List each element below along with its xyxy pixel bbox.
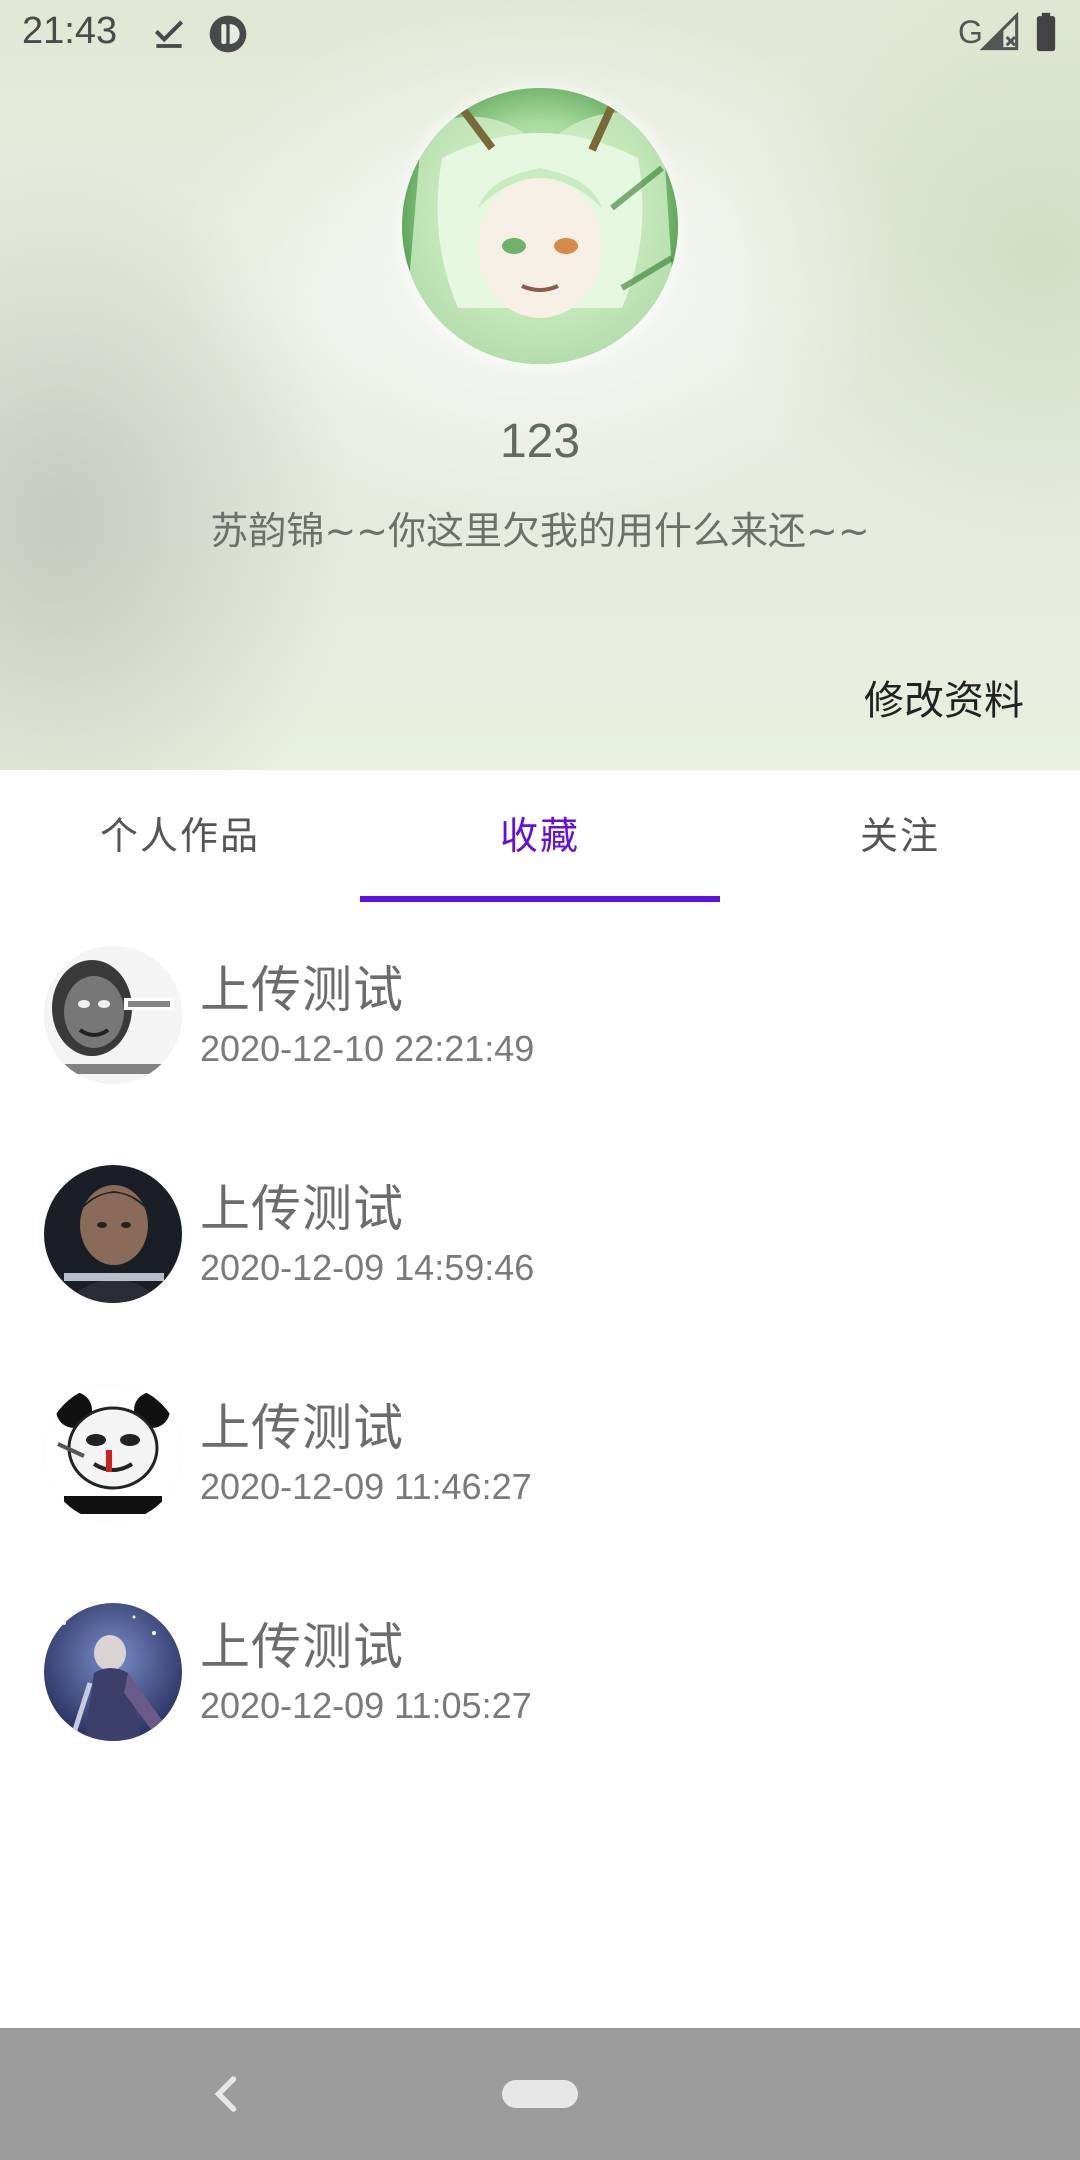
list-item[interactable]: 上传测试 2020-12-09 11:05:27 — [0, 1587, 1080, 1787]
list-item[interactable]: 上传测试 2020-12-09 11:46:27 — [0, 1368, 1080, 1568]
meme-face-thumbnail — [44, 946, 182, 1084]
list-item[interactable]: 上传测试 2020-12-10 22:21:49 — [0, 930, 1080, 1130]
item-title: 上传测试 — [200, 1180, 404, 1238]
tab-label: 个人作品 — [99, 814, 260, 858]
download-done-icon — [150, 14, 188, 56]
home-pill-button[interactable] — [502, 2080, 578, 2108]
back-chevron-icon[interactable] — [196, 2064, 256, 2124]
item-time: 2020-12-09 14:59:46 — [200, 1247, 535, 1288]
edit-profile-button[interactable]: 修改资料 — [864, 668, 1024, 726]
tab-bar: 个人作品 收藏 关注 — [0, 770, 1080, 902]
screen: 21:43 G 123 苏韵锦~~你这里欠我的用什么来还~~ 修改资料 个人作品… — [0, 0, 1080, 2160]
app-notification-icon — [208, 14, 248, 58]
username: 123 — [499, 415, 581, 468]
man-portrait-thumbnail — [44, 1165, 182, 1303]
item-title: 上传测试 — [200, 961, 404, 1019]
profile-header: 21:43 G 123 苏韵锦~~你这里欠我的用什么来还~~ 修改资料 — [0, 0, 1080, 770]
tab-label: 关注 — [859, 814, 940, 858]
battery-icon — [1034, 12, 1058, 56]
item-time: 2020-12-09 11:46:27 — [200, 1466, 532, 1507]
status-time: 21:43 — [22, 10, 118, 52]
signal-icon — [979, 11, 1020, 56]
tab-indicator — [360, 896, 720, 902]
status-bar: 21:43 G — [0, 0, 1080, 66]
profile-avatar[interactable] — [402, 88, 678, 364]
system-nav-bar — [0, 2028, 1080, 2160]
item-title: 上传测试 — [200, 1399, 404, 1457]
list-item[interactable]: 上传测试 2020-12-09 14:59:46 — [0, 1149, 1080, 1349]
tab-works[interactable]: 个人作品 — [0, 770, 360, 902]
tab-favorites[interactable]: 收藏 — [360, 770, 720, 902]
knight-art-thumbnail — [44, 1603, 182, 1741]
tab-following[interactable]: 关注 — [720, 770, 1080, 902]
item-time: 2020-12-09 11:05:27 — [200, 1685, 532, 1726]
item-time: 2020-12-10 22:21:49 — [200, 1028, 535, 1069]
user-signature: 苏韵锦~~你这里欠我的用什么来还~~ — [210, 509, 870, 553]
tab-label: 收藏 — [499, 814, 580, 858]
panda-meme-thumbnail — [44, 1384, 182, 1522]
item-title: 上传测试 — [200, 1618, 404, 1676]
